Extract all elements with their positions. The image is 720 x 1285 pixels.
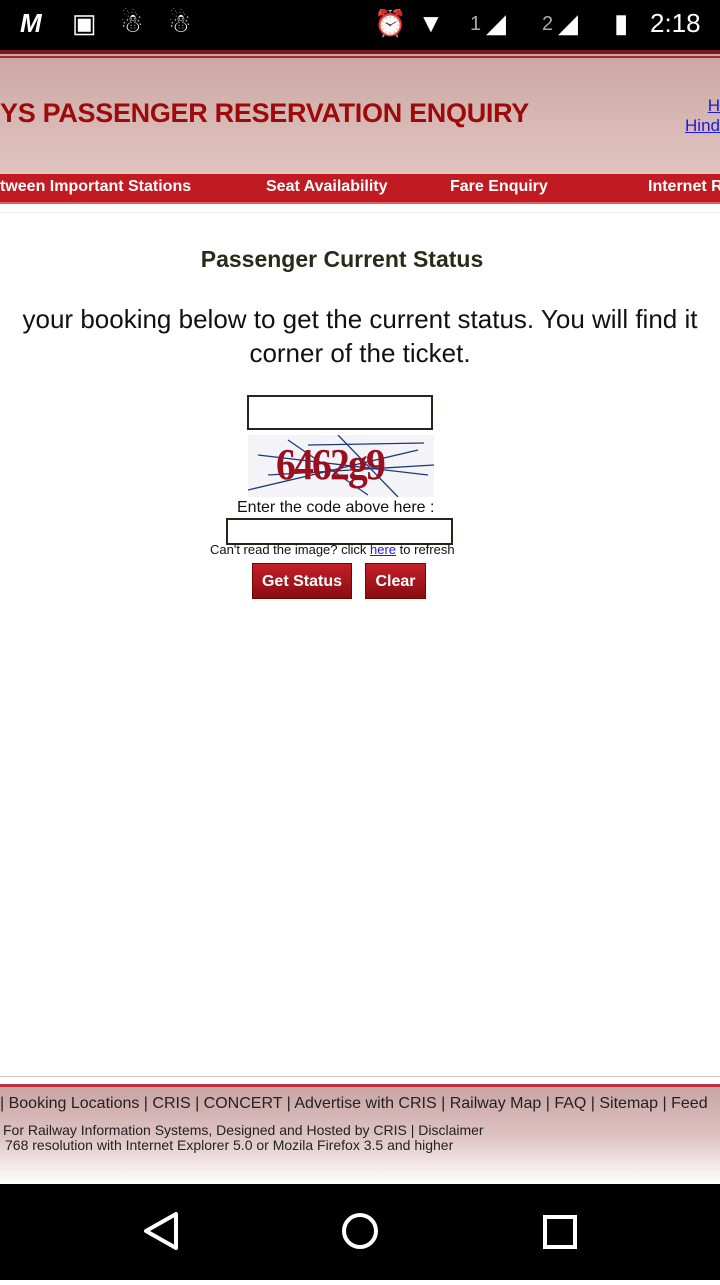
- nav-seat-availability[interactable]: Seat Availability: [266, 178, 388, 196]
- navigation-bar: [0, 1184, 720, 1280]
- refresh-text: Can't read the image? click: [210, 542, 371, 557]
- back-icon[interactable]: [144, 1212, 178, 1250]
- refresh-text: to refresh: [396, 542, 455, 557]
- home-icon[interactable]: [342, 1213, 378, 1249]
- sim2-label: 2: [542, 13, 554, 35]
- hindi-link[interactable]: Hind: [685, 116, 720, 136]
- gmail-icon: M: [20, 8, 42, 38]
- captcha-label: Enter the code above here :: [237, 499, 435, 516]
- clock: 2:18: [650, 8, 701, 38]
- battery-charging-icon: ▮: [614, 8, 629, 38]
- instructions: your booking below to get the current st…: [0, 302, 720, 370]
- lang-link-top[interactable]: H: [708, 96, 720, 116]
- wifi-icon: ▼: [418, 8, 444, 38]
- site-header: YS PASSENGER RESERVATION ENQUIRY H Hind: [0, 50, 720, 174]
- signal-icon: ◢: [558, 8, 578, 38]
- nav-trains-between-stations[interactable]: tween Important Stations: [0, 178, 191, 196]
- captcha-text: 6462g9: [276, 440, 386, 489]
- alarm-icon: ⏰: [374, 8, 407, 38]
- footer-resolution-note: 768 resolution with Internet Explorer 5.…: [5, 1137, 454, 1153]
- site-title: YS PASSENGER RESERVATION ENQUIRY: [0, 98, 530, 128]
- instructions-line: your booking below to get the current st…: [22, 304, 698, 334]
- instructions-line: corner of the ticket.: [249, 338, 471, 368]
- sim1-label: 1: [470, 13, 482, 35]
- get-status-button[interactable]: Get Status: [252, 563, 352, 599]
- android-icon: ☃: [168, 8, 192, 38]
- signal-icon: ◢: [486, 8, 506, 38]
- top-nav: tween Important Stations Seat Availabili…: [0, 174, 720, 204]
- footer: | Booking Locations | CRIS | CONCERT | A…: [0, 1084, 720, 1184]
- nav-internet-reservation[interactable]: Internet R: [648, 178, 720, 196]
- status-bar: M ▣ ☃ ☃ ⏰ ▼ 1 ◢ 2 ◢ ▮ 2:18: [0, 0, 720, 50]
- page-title: Passenger Current Status: [200, 246, 484, 272]
- captcha-input[interactable]: [226, 518, 453, 545]
- footer-links[interactable]: | Booking Locations | CRIS | CONCERT | A…: [0, 1095, 708, 1113]
- android-icon: ☃: [120, 8, 144, 38]
- recents-icon[interactable]: [543, 1215, 577, 1249]
- clear-button[interactable]: Clear: [365, 563, 426, 599]
- captcha-image: 6462g9: [248, 435, 434, 497]
- nav-fare-enquiry[interactable]: Fare Enquiry: [450, 178, 548, 196]
- gallery-icon: ▣: [72, 8, 97, 38]
- pnr-input[interactable]: [247, 395, 433, 430]
- refresh-link[interactable]: here: [370, 542, 396, 557]
- refresh-hint: Can't read the image? click here to refr…: [210, 542, 455, 557]
- footer-credits: For Railway Information Systems, Designe…: [3, 1122, 484, 1138]
